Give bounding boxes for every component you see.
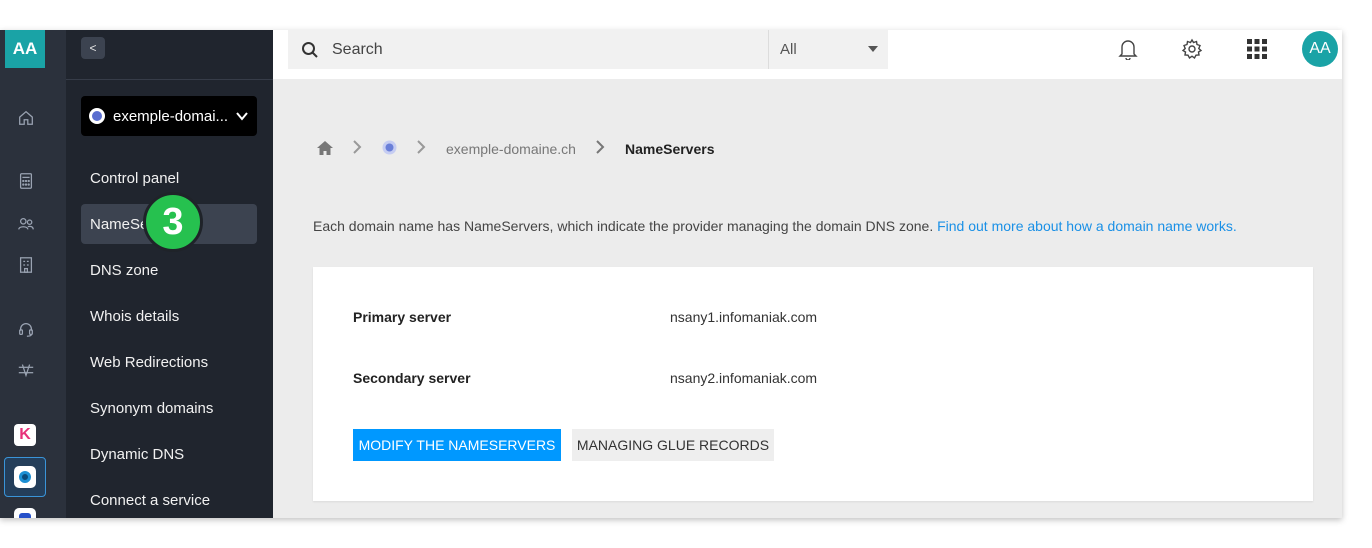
chevron-right-icon bbox=[596, 139, 605, 159]
learn-more-link[interactable]: Find out more about how a domain name wo… bbox=[937, 218, 1237, 234]
secondary-server-value: nsany2.infomaniak.com bbox=[670, 370, 818, 386]
domain-sidebar: < exemple-domai... Control panel NameSer… bbox=[66, 30, 273, 518]
users-icon[interactable] bbox=[14, 212, 38, 236]
calculator-icon[interactable] bbox=[14, 169, 38, 193]
globe-icon bbox=[89, 108, 105, 124]
manage-glue-records-button[interactable]: MANAGING GLUE RECORDS bbox=[572, 429, 774, 461]
app-rail: AA K bbox=[0, 30, 66, 518]
primary-server-label: Primary server bbox=[353, 309, 452, 325]
main-content: exemple-domaine.ch NameServers Each doma… bbox=[273, 79, 1342, 518]
headset-icon[interactable] bbox=[14, 317, 38, 341]
app-window: AA K < exemple-domai... Control panel Na… bbox=[0, 30, 1342, 518]
search-icon bbox=[288, 41, 332, 59]
domain-selector[interactable]: exemple-domai... bbox=[81, 96, 257, 136]
chevron-down-icon bbox=[236, 112, 248, 121]
step-badge: 3 bbox=[143, 192, 203, 252]
apps-grid-icon[interactable] bbox=[1245, 37, 1269, 61]
breadcrumb-current: NameServers bbox=[624, 141, 715, 157]
sidebar-item-label: Web Redirections bbox=[90, 353, 209, 371]
sidebar-item-label: Connect a service bbox=[90, 491, 211, 509]
breadcrumb-domain[interactable]: exemple-domaine.ch bbox=[446, 141, 576, 157]
chevron-right-icon bbox=[353, 139, 362, 159]
collapse-sidebar-button[interactable]: < bbox=[81, 37, 105, 59]
sidebar-item-web-redirections[interactable]: Web Redirections bbox=[81, 342, 257, 382]
sidebar-item-whois-details[interactable]: Whois details bbox=[81, 296, 257, 336]
chevron-right-icon bbox=[417, 139, 426, 159]
primary-server-value: nsany1.infomaniak.com bbox=[670, 309, 818, 325]
sidebar-item-label: Whois details bbox=[90, 307, 180, 325]
sidebar-item-connect-a-service[interactable]: Connect a service bbox=[81, 480, 257, 518]
globe-icon[interactable] bbox=[382, 140, 397, 158]
bell-icon[interactable] bbox=[1116, 37, 1140, 61]
domain-app-icon[interactable] bbox=[4, 457, 46, 497]
building-icon[interactable] bbox=[14, 253, 38, 277]
sidebar-item-label: Control panel bbox=[90, 169, 180, 187]
nameservers-card: Primary server nsany1.infomaniak.com Sec… bbox=[313, 267, 1313, 501]
intro-description: Each domain name has NameServers, which … bbox=[313, 218, 934, 234]
sidebar-item-dynamic-dns[interactable]: Dynamic DNS bbox=[81, 434, 257, 474]
sidebar-item-label: Dynamic DNS bbox=[90, 445, 185, 463]
home-icon[interactable] bbox=[317, 140, 333, 158]
search-bar[interactable]: Search All bbox=[288, 30, 888, 69]
account-avatar[interactable]: AA bbox=[5, 30, 45, 68]
user-avatar[interactable]: AA bbox=[1302, 31, 1338, 67]
sidebar-item-synonym-domains[interactable]: Synonym domains bbox=[81, 388, 257, 428]
shield-app-icon[interactable] bbox=[14, 508, 36, 518]
gear-icon[interactable] bbox=[1180, 37, 1204, 61]
sidebar-divider bbox=[66, 79, 273, 80]
search-scope-select[interactable]: All bbox=[768, 30, 888, 69]
kchat-app-icon[interactable]: K bbox=[14, 424, 36, 446]
sidebar-item-label: DNS zone bbox=[90, 261, 159, 279]
intro-text: Each domain name has NameServers, which … bbox=[313, 218, 1237, 234]
home-icon[interactable] bbox=[14, 106, 38, 130]
sidebar-item-label: Synonym domains bbox=[90, 399, 214, 417]
top-bar: Search All AA bbox=[273, 30, 1342, 79]
secondary-server-label: Secondary server bbox=[353, 370, 471, 386]
chevron-left-icon: < bbox=[89, 41, 97, 55]
search-scope-value: All bbox=[780, 41, 797, 58]
search-input[interactable]: Search bbox=[332, 41, 768, 59]
domain-selector-label: exemple-domai... bbox=[113, 107, 229, 125]
caret-down-icon bbox=[868, 46, 878, 52]
breadcrumb: exemple-domaine.ch NameServers bbox=[317, 139, 714, 159]
network-icon[interactable] bbox=[14, 358, 38, 382]
modify-nameservers-button[interactable]: MODIFY THE NAMESERVERS bbox=[353, 429, 561, 461]
sidebar-item-dns-zone[interactable]: DNS zone bbox=[81, 250, 257, 290]
